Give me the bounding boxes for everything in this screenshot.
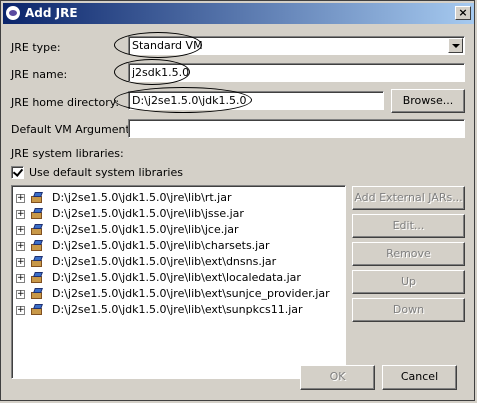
expand-plus-icon[interactable]: +	[16, 274, 25, 283]
vm-args-label: Default VM Arguments:	[11, 123, 140, 136]
jre-home-field[interactable]: D:\j2se1.5.0\jdk1.5.0	[128, 91, 384, 110]
jar-icon	[31, 255, 45, 268]
jar-icon	[31, 287, 45, 300]
jar-icon	[31, 223, 45, 236]
jar-icon	[31, 239, 45, 252]
jar-icon	[31, 207, 45, 220]
library-tree[interactable]: + D:\j2se1.5.0\jdk1.5.0\jre\lib\rt.jar + D:…	[11, 185, 346, 379]
up-button[interactable]: Up	[352, 270, 465, 294]
cancel-button[interactable]: Cancel	[382, 365, 457, 390]
title-bar[interactable]: Add JRE ×	[3, 3, 474, 24]
close-button[interactable]: ×	[455, 6, 471, 20]
library-path: D:\j2se1.5.0\jdk1.5.0\jre\lib\ext\locale…	[52, 271, 301, 284]
use-default-checkbox[interactable]	[11, 166, 24, 179]
add-external-jars-button[interactable]: Add External JARs...	[352, 186, 465, 210]
library-path: D:\j2se1.5.0\jdk1.5.0\jre\lib\jsse.jar	[52, 207, 244, 220]
use-default-label: Use default system libraries	[29, 166, 183, 179]
expand-plus-icon[interactable]: +	[16, 194, 25, 203]
expand-plus-icon[interactable]: +	[16, 258, 25, 267]
library-path: D:\j2se1.5.0\jdk1.5.0\jre\lib\jce.jar	[52, 223, 239, 236]
library-path: D:\j2se1.5.0\jdk1.5.0\jre\lib\charsets.j…	[52, 239, 270, 252]
jre-home-label: JRE home directory:	[11, 96, 120, 109]
jre-name-field[interactable]: j2sdk1.5.0	[128, 63, 465, 82]
expand-plus-icon[interactable]: +	[16, 306, 25, 315]
jre-type-value: Standard VM	[132, 39, 203, 52]
expand-plus-icon[interactable]: +	[16, 226, 25, 235]
jre-name-label: JRE name:	[11, 68, 68, 81]
down-button[interactable]: Down	[352, 298, 465, 322]
eclipse-icon	[6, 6, 20, 20]
vm-args-field[interactable]	[128, 119, 465, 138]
expand-plus-icon[interactable]: +	[16, 290, 25, 299]
browse-button[interactable]: Browse...	[391, 89, 465, 113]
jar-icon	[31, 271, 45, 284]
jre-type-label: JRE type:	[11, 41, 61, 54]
library-path: D:\j2se1.5.0\jdk1.5.0\jre\lib\ext\sunjce…	[52, 287, 330, 300]
jre-home-value: D:\j2se1.5.0\jdk1.5.0	[132, 94, 247, 107]
expand-plus-icon[interactable]: +	[16, 242, 25, 251]
system-libraries-label: JRE system libraries:	[11, 147, 124, 160]
jre-type-select[interactable]: Standard VM	[128, 36, 465, 55]
jar-icon	[31, 191, 45, 204]
library-path: D:\j2se1.5.0\jdk1.5.0\jre\lib\rt.jar	[52, 191, 232, 204]
jre-name-value: j2sdk1.5.0	[132, 66, 190, 79]
jar-icon	[31, 303, 45, 316]
library-path: D:\j2se1.5.0\jdk1.5.0\jre\lib\ext\sunpkc…	[52, 303, 303, 316]
window-title: Add JRE	[25, 6, 78, 20]
library-path: D:\j2se1.5.0\jdk1.5.0\jre\lib\ext\dnsns.…	[52, 255, 277, 268]
expand-plus-icon[interactable]: +	[16, 210, 25, 219]
remove-button[interactable]: Remove	[352, 242, 465, 266]
edit-button[interactable]: Edit...	[352, 214, 465, 238]
chevron-down-icon[interactable]	[448, 38, 463, 53]
ok-button[interactable]: OK	[300, 365, 375, 390]
add-jre-dialog: Add JRE × JRE type: Standard VM JRE name…	[0, 0, 475, 401]
